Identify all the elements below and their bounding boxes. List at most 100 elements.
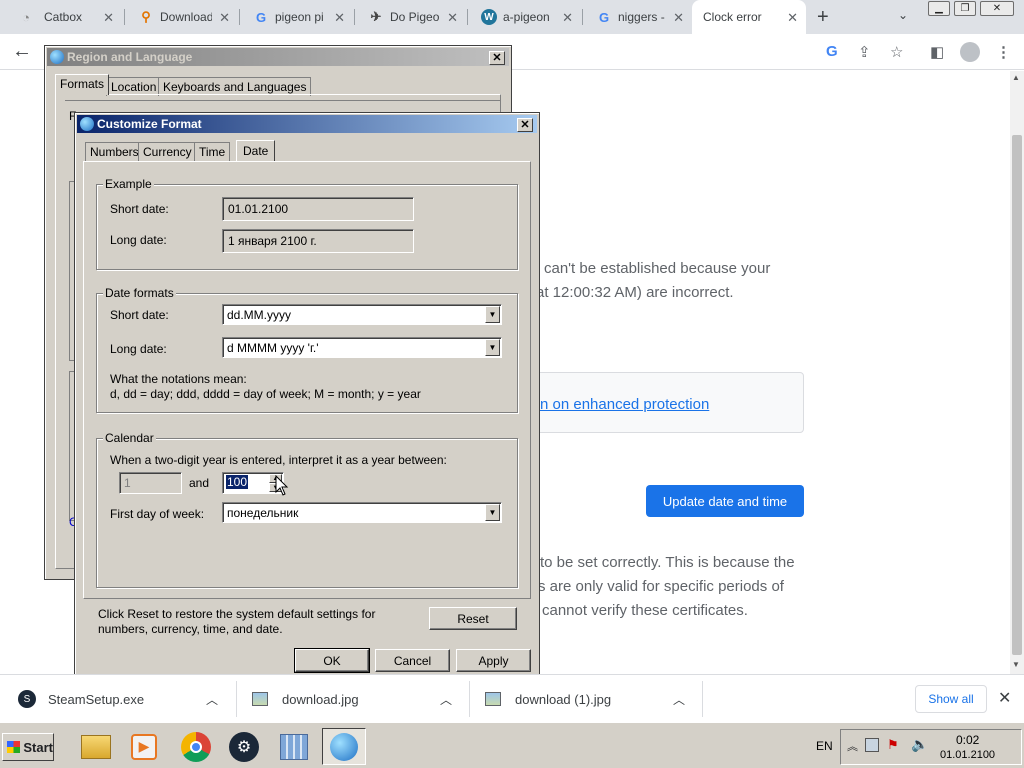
notation-text: d, dd = day; ddd, dddd = day of week; M … bbox=[110, 387, 421, 401]
chevron-up-icon[interactable]: ︿ bbox=[440, 691, 452, 708]
image-file-icon bbox=[485, 692, 501, 706]
back-arrow-icon[interactable]: ← bbox=[12, 40, 32, 63]
action-center-flag-icon[interactable]: ⚑ bbox=[887, 737, 899, 753]
google-icon: G bbox=[598, 9, 610, 25]
tab-title: Download bbox=[160, 10, 212, 24]
chevron-up-icon[interactable]: ︿ bbox=[206, 691, 218, 708]
clock-date[interactable]: 01.01.2100 bbox=[940, 749, 995, 761]
tab-formats[interactable]: Formats bbox=[55, 74, 110, 95]
bookmark-star-icon[interactable]: ☆ bbox=[890, 43, 903, 61]
divider bbox=[469, 681, 470, 717]
new-tab-button[interactable]: + bbox=[817, 6, 829, 29]
close-icon[interactable]: ✕ bbox=[562, 10, 573, 26]
close-icon[interactable]: ✕ bbox=[219, 10, 230, 26]
clock-time[interactable]: 0:02 bbox=[956, 733, 979, 747]
customize-dialog-title: Customize Format bbox=[97, 117, 202, 131]
customize-format-dialog: Customize Format ✕ Numbers Currency Time… bbox=[74, 112, 540, 679]
page-scrollbar[interactable]: ▲ ▼ bbox=[1010, 71, 1024, 674]
explanation-line: s are only valid for specific periods of bbox=[538, 578, 784, 595]
divider bbox=[702, 681, 703, 717]
region-settings-taskbar-button[interactable] bbox=[322, 728, 366, 765]
tab-clock-error[interactable]: Clock error ✕ bbox=[692, 0, 806, 34]
media-player-taskbar-button[interactable]: ▶ bbox=[122, 728, 166, 765]
windows-taskbar: Start ▶ ⚙ EN ︽ ⚑ 🔈 0:02 01.01.2100 bbox=[0, 722, 1024, 768]
tab-numbers[interactable]: Numbers bbox=[85, 142, 144, 161]
enhanced-protection-link[interactable]: rn on enhanced protection bbox=[535, 396, 709, 413]
customize-dialog-titlebar: Customize Format ✕ bbox=[77, 115, 537, 133]
close-button[interactable]: ✕ bbox=[517, 118, 533, 132]
close-icon[interactable]: ✕ bbox=[998, 688, 1011, 708]
notation-heading: What the notations mean: bbox=[110, 372, 247, 386]
tab-date[interactable]: Date bbox=[236, 140, 276, 161]
control-panel-taskbar-button[interactable] bbox=[272, 728, 316, 765]
tab-a-pigeon[interactable]: W a-pigeon ✕ bbox=[467, 0, 581, 34]
tab-download[interactable]: ⚲ Download ✕ bbox=[124, 0, 238, 34]
show-all-downloads-button[interactable]: Show all bbox=[915, 685, 987, 713]
google-lens-icon[interactable]: G bbox=[826, 43, 838, 60]
long-date-format-combo[interactable]: d MMMM yyyy 'г.' ▼ bbox=[222, 337, 502, 358]
first-day-of-week-combo[interactable]: понедельник ▼ bbox=[222, 502, 502, 523]
start-button[interactable]: Start bbox=[2, 733, 54, 761]
ok-button[interactable]: OK bbox=[294, 648, 370, 673]
close-icon[interactable]: ✕ bbox=[103, 10, 114, 26]
reset-button[interactable]: Reset bbox=[429, 607, 517, 630]
tab-pigeon-pi[interactable]: G pigeon pi ✕ bbox=[239, 0, 353, 34]
example-long-date-value: 1 января 2100 г. bbox=[222, 229, 414, 253]
close-icon[interactable]: ✕ bbox=[787, 10, 798, 26]
dropdown-arrow-icon[interactable]: ▼ bbox=[485, 306, 500, 323]
tab-niggers[interactable]: G niggers - ✕ bbox=[582, 0, 692, 34]
minimize-button[interactable]: ▁ bbox=[928, 1, 950, 16]
example-long-date-label: Long date: bbox=[110, 233, 167, 247]
dropdown-arrow-icon[interactable]: ▼ bbox=[485, 339, 500, 356]
chrome-taskbar-button[interactable] bbox=[174, 728, 218, 765]
reset-description-line: Click Reset to restore the system defaul… bbox=[98, 607, 376, 621]
close-button[interactable]: ✕ bbox=[489, 51, 505, 65]
cancel-button[interactable]: Cancel bbox=[375, 649, 450, 672]
volume-icon[interactable]: 🔈 bbox=[911, 736, 928, 753]
dropdown-arrow-icon[interactable]: ▼ bbox=[485, 504, 500, 521]
tab-title: Catbox bbox=[44, 10, 83, 24]
profile-avatar-icon[interactable] bbox=[960, 42, 980, 62]
scroll-down-arrow-icon[interactable]: ▼ bbox=[1012, 660, 1020, 669]
tab-title: Do Pigeo bbox=[390, 10, 440, 24]
close-icon[interactable]: ✕ bbox=[334, 10, 345, 26]
download-item[interactable]: S SteamSetup.exe ︿ bbox=[18, 675, 234, 723]
apply-button[interactable]: Apply bbox=[456, 649, 531, 672]
scrollbar-thumb[interactable] bbox=[1012, 135, 1022, 655]
example-short-date-label: Short date: bbox=[110, 202, 169, 216]
window-close-button[interactable]: ✕ bbox=[980, 1, 1014, 16]
download-item[interactable]: download.jpg ︿ bbox=[252, 675, 468, 723]
steam-icon: S bbox=[18, 690, 36, 708]
side-panel-icon[interactable]: ◧ bbox=[930, 43, 944, 61]
network-icon[interactable] bbox=[865, 738, 879, 752]
restore-button[interactable]: ❐ bbox=[954, 1, 976, 16]
close-icon[interactable]: ✕ bbox=[447, 10, 458, 26]
globe-icon bbox=[80, 117, 94, 131]
long-date-format-label: Long date: bbox=[110, 342, 167, 356]
globe-icon bbox=[50, 50, 64, 64]
update-date-time-button[interactable]: Update date and time bbox=[646, 485, 804, 517]
close-icon[interactable]: ✕ bbox=[673, 10, 684, 26]
language-indicator[interactable]: EN bbox=[816, 739, 833, 753]
folder-icon bbox=[81, 734, 111, 759]
tab-title: niggers - bbox=[618, 10, 665, 24]
chevron-up-icon[interactable]: ︽ bbox=[847, 738, 858, 754]
scroll-up-arrow-icon[interactable]: ▲ bbox=[1012, 73, 1020, 82]
chevron-up-icon[interactable]: ︿ bbox=[673, 691, 685, 708]
download-item[interactable]: download (1).jpg ︿ bbox=[485, 675, 701, 723]
explorer-taskbar-button[interactable] bbox=[74, 728, 118, 765]
long-date-format-value: d MMMM yyyy 'г.' bbox=[227, 341, 319, 355]
year-to-value[interactable]: 100 bbox=[226, 475, 249, 489]
tab-catbox[interactable]: ◔ Catbox ✕ bbox=[4, 0, 122, 34]
menu-kebab-icon[interactable]: ⋮ bbox=[996, 43, 1011, 61]
share-icon[interactable]: ⇪ bbox=[858, 43, 871, 61]
short-date-format-combo[interactable]: dd.MM.yyyy ▼ bbox=[222, 304, 502, 325]
tab-do-pigeo[interactable]: ✈ Do Pigeo ✕ bbox=[354, 0, 466, 34]
tab-currency[interactable]: Currency bbox=[138, 142, 197, 161]
error-text-line: at 12:00:32 AM) are incorrect. bbox=[536, 284, 734, 301]
example-short-date-value: 01.01.2100 bbox=[222, 197, 414, 221]
tab-time[interactable]: Time bbox=[194, 142, 231, 161]
steam-taskbar-button[interactable]: ⚙ bbox=[222, 728, 266, 765]
region-dialog-title: Region and Language bbox=[67, 50, 193, 64]
chevron-down-icon[interactable]: ⌄ bbox=[898, 8, 908, 22]
